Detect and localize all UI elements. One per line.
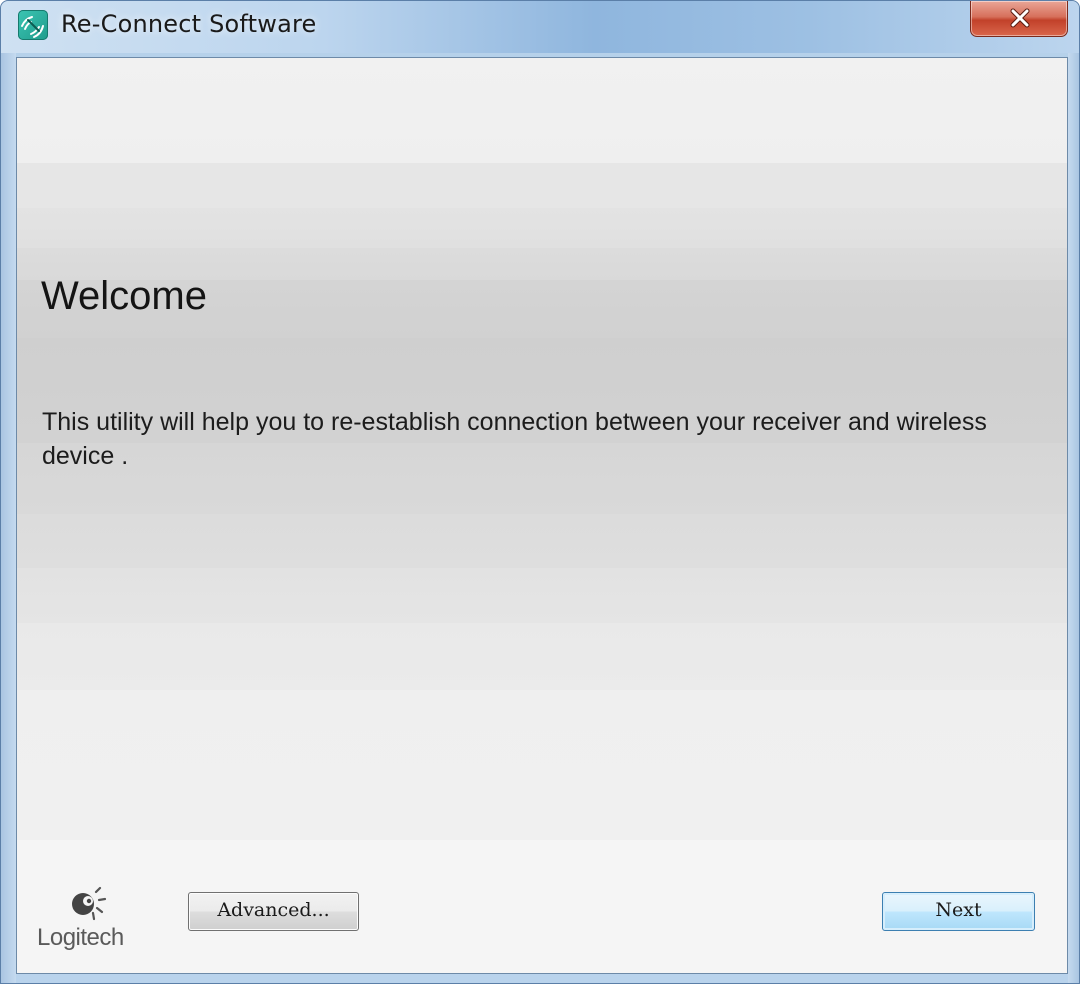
window-title: Re-Connect Software	[61, 10, 317, 38]
next-button[interactable]: Next	[882, 892, 1035, 931]
logitech-logo-icon	[72, 886, 107, 921]
description-text: This utility will help you to re-establi…	[42, 408, 987, 470]
brand-name: Logitech	[37, 924, 124, 951]
wizard-panel: Welcome This utility will help you to re…	[16, 57, 1068, 974]
window-frame-left	[1, 53, 16, 983]
close-icon	[1010, 8, 1030, 28]
window-frame-right	[1068, 53, 1079, 983]
close-button[interactable]	[970, 1, 1068, 37]
advanced-button[interactable]: Advanced...	[188, 892, 359, 931]
page-title: Welcome	[41, 274, 207, 318]
content-area: Welcome This utility will help you to re…	[17, 58, 1067, 840]
title-bar[interactable]: Re-Connect Software	[1, 1, 1079, 53]
app-window: Re-Connect Software Welcome This utility…	[0, 0, 1080, 984]
reconnect-app-icon	[18, 10, 48, 40]
logitech-logo: Logitech	[37, 886, 147, 958]
